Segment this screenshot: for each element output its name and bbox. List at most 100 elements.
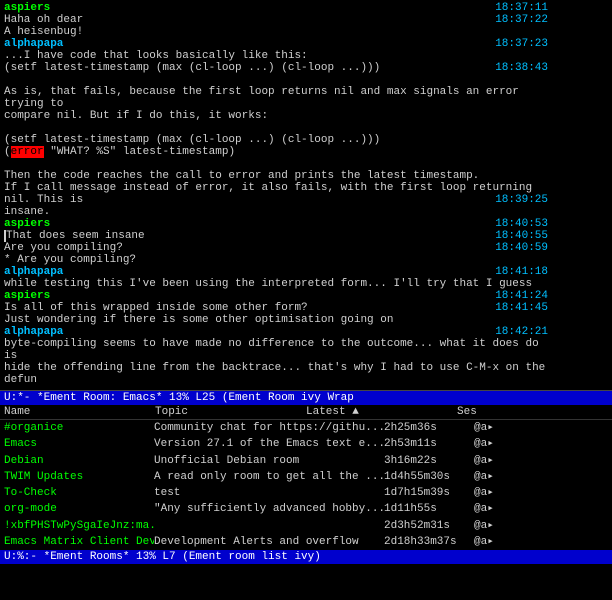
list-item[interactable]: !xbfPHSTwPySgaIeJnz:ma... 2d3h52m31s @a▸	[0, 518, 612, 534]
timestamp: 18:41:45	[495, 302, 548, 314]
blank-line	[4, 158, 608, 170]
list-item[interactable]: Debian Unofficial Debian room 3h16m22s @…	[0, 453, 612, 469]
chat-line: byte-compiling seems to have made no dif…	[4, 338, 608, 362]
timestamp: 18:37:22	[495, 14, 548, 26]
timestamp: 18:37:23	[495, 38, 548, 50]
message-text: As is, that fails, because the first loo…	[4, 86, 519, 110]
timestamp: 18:40:55	[495, 230, 548, 242]
chat-line: * Are you compiling?	[4, 254, 608, 266]
message-text: Are you compiling?	[4, 242, 123, 254]
code-text: (setf latest-timestamp (max (cl-loop ...…	[4, 62, 380, 74]
username: aspiers	[4, 290, 50, 302]
room-topic: Development Alerts and overflow	[154, 535, 384, 549]
chat-line: insane.	[4, 206, 608, 218]
chat-line: Is all of this wrapped inside some other…	[4, 302, 608, 314]
col-header-name: Name	[4, 406, 155, 418]
username: aspiers	[4, 2, 50, 14]
timestamp: 18:40:53	[495, 218, 548, 230]
chat-block: alphapapa 18:41:18	[4, 266, 608, 278]
message-text: Haha oh dear	[4, 14, 83, 26]
list-item[interactable]: TWIM Updates A read only room to get all…	[0, 469, 612, 485]
chat-line: If I call message instead of error, it a…	[4, 182, 608, 206]
room-latest: 3h16m22s	[384, 454, 474, 468]
timestamp: 18:39:25	[495, 194, 548, 206]
timestamp: 18:38:43	[495, 62, 548, 74]
blank-line	[4, 74, 608, 86]
room-list: Name Topic Latest ▲ Ses #organice Commun…	[0, 405, 612, 550]
room-ses: @a▸	[474, 502, 514, 516]
room-topic: Community chat for https://githu...	[154, 421, 384, 435]
message-text: Just wondering if there is some other op…	[4, 314, 393, 326]
room-ses: @a▸	[474, 486, 514, 500]
room-name[interactable]: To-Check	[4, 486, 154, 500]
room-name[interactable]: #organice	[4, 421, 154, 435]
room-latest: 2h53m11s	[384, 437, 474, 451]
list-item[interactable]: To-Check test 1d7h15m39s @a▸	[0, 485, 612, 501]
chat-line: Then the code reaches the call to error …	[4, 170, 608, 182]
room-name[interactable]: TWIM Updates	[4, 470, 154, 484]
chat-line: hide the offending line from the backtra…	[4, 362, 608, 386]
room-latest: 2h25m36s	[384, 421, 474, 435]
chat-block: aspiers 18:37:11	[4, 2, 608, 14]
message-text: compare nil. But if I do this, it works:	[4, 110, 268, 122]
message-text: * Are you compiling?	[4, 254, 136, 266]
room-latest: 2d18h33m37s	[384, 535, 474, 549]
code-text: (error "WHAT? %S" latest-timestamp)	[4, 146, 235, 158]
code-text: (setf latest-timestamp (max (cl-loop ...…	[4, 134, 380, 146]
chat-line: As is, that fails, because the first loo…	[4, 86, 608, 110]
timestamp: 18:40:59	[495, 242, 548, 254]
room-name[interactable]: Emacs	[4, 437, 154, 451]
message-text: byte-compiling seems to have made no dif…	[4, 338, 539, 362]
room-topic: Unofficial Debian room	[154, 454, 384, 468]
mode-line-1: U:*- *Ement Room: Emacs* 13% L25 (Ement …	[0, 390, 612, 405]
username: aspiers	[4, 218, 50, 230]
chat-line: (setf latest-timestamp (max (cl-loop ...…	[4, 62, 608, 74]
message-text: Is all of this wrapped inside some other…	[4, 302, 308, 314]
room-topic: "Any sufficiently advanced hobby...	[154, 502, 384, 516]
room-topic: Version 27.1 of the Emacs text e...	[154, 437, 384, 451]
message-text: If I call message instead of error, it a…	[4, 182, 532, 206]
mode-line-1-text: U:*- *Ement Room: Emacs* 13% L25 (Ement …	[4, 392, 354, 404]
room-name[interactable]: org-mode	[4, 502, 154, 516]
mode-line-2: U:%:- *Ement Rooms* 13% L7 (Ement room l…	[0, 550, 612, 564]
room-name[interactable]: !xbfPHSTwPySgaIeJnz:ma...	[4, 519, 154, 533]
list-item[interactable]: #organice Community chat for https://git…	[0, 420, 612, 436]
timestamp: 18:41:24	[495, 290, 548, 302]
col-header-ses: Ses	[457, 406, 608, 418]
room-list-header: Name Topic Latest ▲ Ses	[0, 405, 612, 420]
chat-area: aspiers 18:37:11 Haha oh dear 18:37:22 A…	[0, 0, 612, 390]
chat-line: (error "WHAT? %S" latest-timestamp)	[4, 146, 608, 158]
room-ses: @a▸	[474, 535, 514, 549]
room-name[interactable]: Emacs Matrix Client Dev...	[4, 535, 154, 549]
col-header-latest: Latest ▲	[306, 406, 457, 418]
chat-block: aspiers 18:41:24	[4, 290, 608, 302]
room-latest: 2d3h52m31s	[384, 519, 474, 533]
chat-block: alphapapa 18:42:21	[4, 326, 608, 338]
list-item[interactable]: Emacs Version 27.1 of the Emacs text e..…	[0, 436, 612, 452]
blank-line	[4, 122, 608, 134]
chat-block: aspiers 18:40:53	[4, 218, 608, 230]
timestamp: 18:37:11	[495, 2, 548, 14]
col-header-topic: Topic	[155, 406, 306, 418]
chat-line: while testing this I've been using the i…	[4, 278, 608, 290]
message-text: hide the offending line from the backtra…	[4, 362, 545, 386]
chat-line: A heisenbug!	[4, 26, 608, 38]
room-name[interactable]: Debian	[4, 454, 154, 468]
chat-block: alphapapa 18:37:23	[4, 38, 608, 50]
room-topic: test	[154, 486, 384, 500]
message-text: A heisenbug!	[4, 26, 83, 38]
error-keyword: error	[11, 146, 44, 158]
chat-line: ...I have code that looks basically like…	[4, 50, 608, 62]
mode-line-2-text: U:%:- *Ement Rooms* 13% L7 (Ement room l…	[4, 551, 321, 563]
room-ses: @a▸	[474, 470, 514, 484]
room-ses: @a▸	[474, 519, 514, 533]
message-text: while testing this I've been using the i…	[4, 278, 532, 290]
username: alphapapa	[4, 38, 63, 50]
chat-line: (setf latest-timestamp (max (cl-loop ...…	[4, 134, 608, 146]
list-item[interactable]: Emacs Matrix Client Dev... Development A…	[0, 534, 612, 550]
chat-line: That does seem insane 18:40:55	[4, 230, 608, 242]
room-ses: @a▸	[474, 421, 514, 435]
chat-line: Are you compiling? 18:40:59	[4, 242, 608, 254]
list-item[interactable]: org-mode "Any sufficiently advanced hobb…	[0, 501, 612, 517]
message-text: That does seem insane	[4, 230, 145, 242]
